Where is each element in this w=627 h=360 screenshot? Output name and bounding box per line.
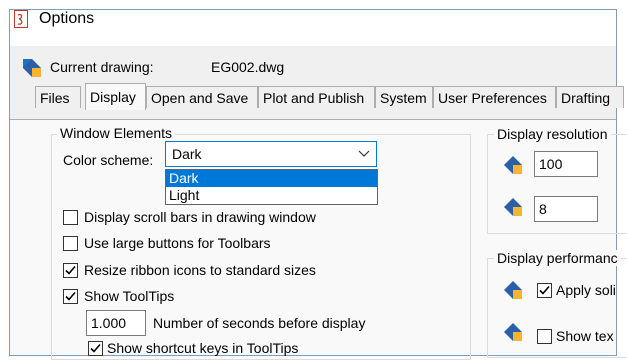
display-resolution-title: Display resolution: [494, 126, 611, 142]
color-scheme-option-light[interactable]: Light: [166, 187, 377, 204]
tab-user-preferences[interactable]: User Preferences: [433, 86, 556, 108]
current-drawing-filename: EG002.dwg: [211, 59, 285, 75]
segments-polyline-input[interactable]: 8: [534, 196, 598, 222]
tooltips-checkbox[interactable]: [63, 289, 78, 304]
title-bar: [10, 10, 616, 46]
scrollbars-checkbox[interactable]: [63, 210, 78, 225]
shortcut-keys-checkbox[interactable]: [88, 341, 103, 356]
tooltip-seconds-input[interactable]: 1.000: [86, 310, 146, 336]
checkmark-icon: [90, 343, 101, 353]
checkmark-icon: [539, 285, 550, 295]
window-elements-title: Window Elements: [57, 125, 176, 141]
display-performance-title: Display performanc: [494, 250, 621, 266]
resize-ribbon-label: Resize ribbon icons to standard sizes: [84, 262, 316, 278]
tab-open-and-save[interactable]: Open and Save: [146, 86, 258, 108]
tooltip-seconds-label: Number of seconds before display: [153, 315, 366, 331]
large-buttons-label: Use large buttons for Toolbars: [84, 235, 271, 251]
performance-text-icon: [504, 323, 522, 341]
apply-solid-fill-label: Apply soli: [556, 282, 616, 298]
checkmark-icon: [65, 291, 76, 301]
color-scheme-label: Color scheme:: [63, 152, 154, 168]
color-scheme-select[interactable]: Dark: [165, 141, 377, 167]
resolution-polyline-icon: [504, 198, 522, 216]
color-scheme-dropdown: Dark Light: [165, 169, 378, 205]
tab-system[interactable]: System: [375, 86, 433, 108]
window-title: Options: [39, 10, 95, 27]
tab-files[interactable]: Files: [35, 86, 81, 108]
tab-drafting[interactable]: Drafting: [556, 86, 624, 108]
current-drawing-label: Current drawing:: [50, 59, 154, 75]
arc-smoothness-input[interactable]: 100: [534, 151, 598, 177]
drawing-file-icon: [23, 59, 41, 77]
tab-display[interactable]: Display: [85, 83, 146, 110]
tab-plot-and-publish[interactable]: Plot and Publish: [258, 86, 375, 108]
checkmark-icon: [65, 265, 76, 275]
resolution-arc-icon: [504, 156, 522, 174]
color-scheme-option-dark[interactable]: Dark: [166, 170, 377, 187]
resize-ribbon-checkbox[interactable]: [63, 263, 78, 278]
performance-apply-icon: [504, 281, 522, 299]
tooltips-label: Show ToolTips: [84, 288, 175, 304]
shortcut-keys-label: Show shortcut keys in ToolTips: [107, 340, 299, 356]
scrollbars-label: Display scroll bars in drawing window: [84, 209, 316, 225]
show-text-boundary-label: Show tex: [556, 328, 614, 344]
apply-solid-fill-checkbox[interactable]: [537, 283, 552, 298]
large-buttons-checkbox[interactable]: [63, 236, 78, 251]
app-icon: [14, 10, 28, 28]
show-text-boundary-checkbox[interactable]: [537, 329, 552, 344]
color-scheme-value: Dark: [172, 146, 202, 162]
chevron-down-icon: [358, 150, 370, 157]
